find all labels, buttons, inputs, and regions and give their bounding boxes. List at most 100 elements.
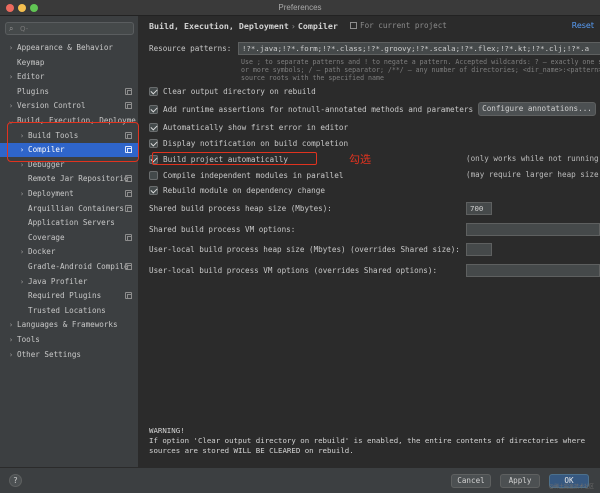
project-scope-icon xyxy=(125,233,132,241)
checkbox-checked[interactable] xyxy=(149,139,158,148)
warning-title: WARNING! xyxy=(149,426,185,435)
breadcrumb: Build, Execution, Deployment › Compiler xyxy=(149,21,338,31)
chevron-right-icon[interactable]: › xyxy=(7,41,15,55)
sidebar-item-label: Editor xyxy=(17,72,45,82)
resource-hint-line-3: source roots with the specified name xyxy=(241,74,384,82)
warning-line-2: sources are stored WILL BE CLEARED on re… xyxy=(149,446,354,455)
sidebar-item[interactable]: › Docker xyxy=(0,245,139,259)
sidebar-item[interactable]: › Editor xyxy=(0,70,139,84)
project-scope-icon xyxy=(125,263,132,270)
sidebar-item[interactable]: › Other Settings xyxy=(0,348,139,362)
project-scope-icon xyxy=(125,175,132,183)
checkbox-checked[interactable] xyxy=(149,105,158,114)
annotation-compiler-highlight xyxy=(7,122,139,162)
annotation-text: 勾选 xyxy=(349,153,371,166)
sidebar-item-label: Version Control xyxy=(17,101,86,111)
dialog-footer: ? Cancel Apply OK @稀土掘金技术社区 xyxy=(0,467,600,493)
scope-indicator: For current project xyxy=(350,21,447,30)
watermark: @稀土掘金技术社区 xyxy=(548,484,594,490)
sidebar-item[interactable]: Plugins xyxy=(0,85,139,99)
sidebar-item[interactable]: Gradle-Android Compile xyxy=(0,260,139,274)
configure-annotations-button[interactable]: Configure annotations... xyxy=(478,102,596,116)
title-bar: Preferences xyxy=(0,0,600,16)
option-label: Clear output directory on rebuild xyxy=(163,87,316,96)
annotation-build-auto-highlight xyxy=(152,152,317,165)
settings-sidebar: ⌕ ›Appearance & BehaviorKeymap›EditorPlu… xyxy=(0,16,139,467)
sidebar-item-label: Remote Jar Repositorie xyxy=(28,174,129,184)
option-label: Automatically show first error in editor xyxy=(163,123,349,132)
checkbox-unchecked[interactable] xyxy=(149,171,158,180)
cancel-button[interactable]: Cancel xyxy=(451,474,491,488)
heap-size-label: Shared build process heap size (Mbytes): xyxy=(149,204,332,213)
settings-search[interactable]: ⌕ xyxy=(5,22,134,35)
sidebar-item[interactable]: Coverage xyxy=(0,231,139,245)
sidebar-item[interactable]: › Java Profiler xyxy=(0,275,139,289)
sidebar-item-label: Coverage xyxy=(28,232,65,242)
scope-label: For current project xyxy=(360,21,447,30)
checkbox-checked[interactable] xyxy=(149,123,158,132)
sidebar-item-label: Trusted Locations xyxy=(28,305,106,315)
breadcrumb-current: Compiler xyxy=(297,21,338,31)
chevron-right-icon[interactable]: › xyxy=(7,348,15,362)
project-scope-icon xyxy=(125,292,132,300)
sidebar-item[interactable]: Trusted Locations xyxy=(0,304,139,318)
sidebar-item-label: Tools xyxy=(17,335,40,344)
sidebar-item[interactable]: Required Plugins xyxy=(0,289,139,303)
option-label: Display notification on build completion xyxy=(163,139,349,148)
option-label: Compile independent modules in parallel xyxy=(163,171,344,180)
sidebar-item[interactable]: Keymap xyxy=(0,56,139,70)
search-input[interactable] xyxy=(20,23,130,34)
resource-hint-line-1: Use ; to separate patterns and ! to nega… xyxy=(241,58,600,66)
warning-line-1: If option 'Clear output directory on reb… xyxy=(149,436,586,445)
chevron-right-icon[interactable]: › xyxy=(18,245,26,259)
breadcrumb-separator: › xyxy=(290,21,296,31)
sidebar-item-label: Gradle-Android Compile xyxy=(28,262,129,271)
sidebar-item-label: Application Servers xyxy=(28,218,115,228)
sidebar-item[interactable]: › Version Control xyxy=(0,99,139,113)
vm-options-label: Shared build process VM options: xyxy=(149,225,296,234)
reset-link[interactable]: Reset xyxy=(572,21,594,30)
sidebar-item-label: Deployment xyxy=(28,189,74,198)
resource-hint-line-2: or more symbols; / — path separator; /**… xyxy=(241,66,600,74)
user-heap-size-label: User-local build process heap size (Mbyt… xyxy=(149,245,460,254)
sidebar-item-label: Other Settings xyxy=(17,349,82,359)
option-label: Rebuild module on dependency change xyxy=(163,186,325,195)
sidebar-item[interactable]: › Languages & Frameworks xyxy=(0,318,139,332)
project-scope-icon xyxy=(125,102,132,110)
chevron-right-icon[interactable]: › xyxy=(7,318,15,332)
sidebar-item-label: Appearance & Behavior xyxy=(17,43,114,52)
user-vm-options-input[interactable] xyxy=(466,264,600,277)
sidebar-item-label: Required Plugins xyxy=(28,291,102,301)
breadcrumb-parent[interactable]: Build, Execution, Deployment xyxy=(149,21,289,31)
chevron-right-icon[interactable]: › xyxy=(7,99,15,113)
project-scope-icon xyxy=(350,22,357,29)
sidebar-item[interactable]: Arquillian Containers xyxy=(0,202,139,216)
project-scope-icon xyxy=(125,190,132,197)
checkbox-checked[interactable] xyxy=(149,87,158,96)
chevron-right-icon[interactable]: › xyxy=(7,333,15,347)
chevron-right-icon[interactable]: › xyxy=(18,275,26,289)
sidebar-item-label: Docker xyxy=(28,247,56,257)
sidebar-item-label: Java Profiler xyxy=(28,276,88,286)
sidebar-item-label: Plugins xyxy=(17,86,50,96)
sidebar-item[interactable]: › Deployment xyxy=(0,187,139,201)
apply-button[interactable]: Apply xyxy=(500,474,540,488)
user-heap-size-input[interactable] xyxy=(466,243,492,256)
sidebar-item[interactable]: › Tools xyxy=(0,333,139,347)
window-title: Preferences xyxy=(278,3,322,12)
resource-patterns-input[interactable]: !?*.java;!?*.form;!?*.class;!?*.groovy;!… xyxy=(238,42,600,55)
sidebar-item[interactable]: Application Servers xyxy=(0,216,139,230)
project-scope-icon xyxy=(125,204,132,212)
help-button[interactable]: ? xyxy=(9,474,22,487)
sidebar-item[interactable]: › Appearance & Behavior xyxy=(0,41,139,55)
vm-options-input[interactable] xyxy=(466,223,600,236)
chevron-right-icon[interactable]: › xyxy=(7,70,15,84)
heap-size-input[interactable]: 700 xyxy=(466,202,492,215)
sidebar-item-label: Keymap xyxy=(17,57,45,67)
sidebar-item-label: Languages & Frameworks xyxy=(17,320,118,330)
sidebar-item[interactable]: Remote Jar Repositorie xyxy=(0,172,139,186)
checkbox-checked[interactable] xyxy=(149,186,158,195)
chevron-right-icon[interactable]: › xyxy=(18,187,26,201)
warning-message: WARNING! If option 'Clear output directo… xyxy=(149,426,585,456)
project-scope-icon xyxy=(125,87,132,95)
